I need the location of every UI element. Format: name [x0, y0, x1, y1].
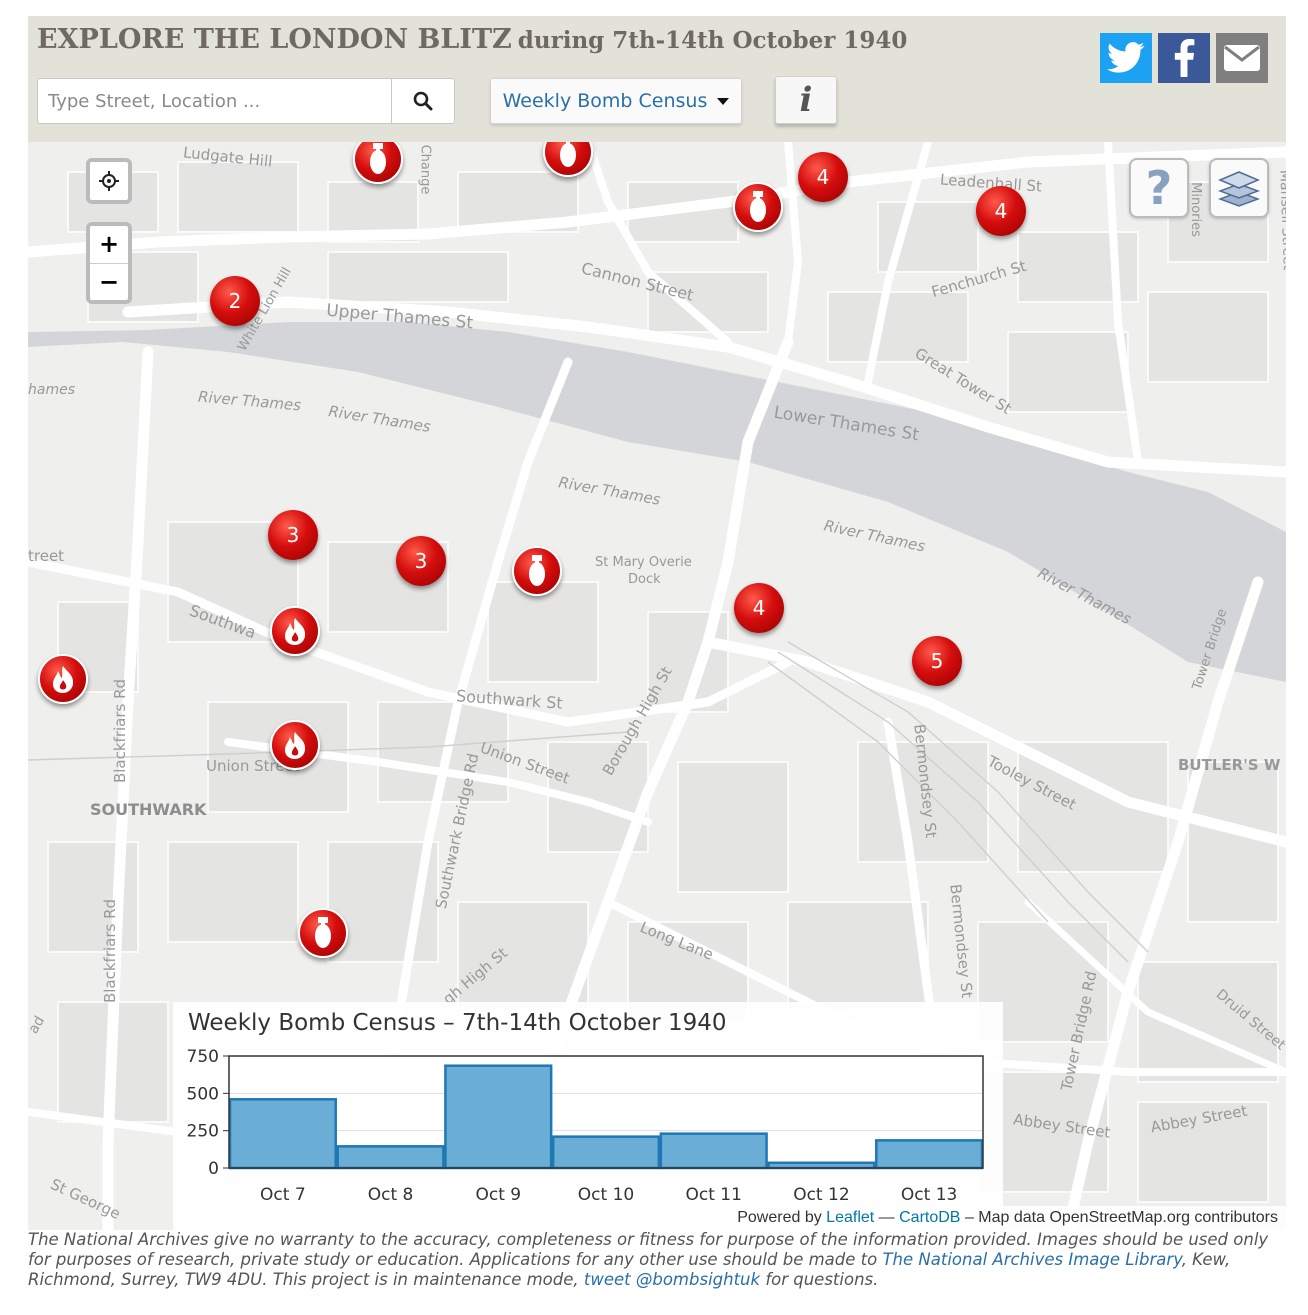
- chart-bar: [659, 1132, 768, 1170]
- attribution-prefix: Powered by: [737, 1209, 822, 1226]
- chart-bar: [551, 1135, 661, 1170]
- page-title: EXPLORE THE LONDON BLITZ during 7th-14th …: [37, 24, 907, 55]
- bomb-census-chart: Weekly Bomb Census – 7th-14th October 19…: [173, 1002, 1003, 1230]
- map-label: SOUTHWARK: [90, 800, 207, 819]
- map-label: Blackfriars Rd: [111, 678, 130, 784]
- disclaimer: The National Archives give no warranty t…: [28, 1230, 1286, 1290]
- layers-button[interactable]: [1209, 158, 1269, 218]
- chart-title: Weekly Bomb Census – 7th-14th October 19…: [188, 1010, 727, 1036]
- fire-marker[interactable]: [270, 720, 320, 770]
- search-icon: [413, 91, 433, 111]
- title-subtitle: during 7th-14th October 1940: [517, 27, 908, 54]
- attribution-sep: —: [878, 1209, 895, 1226]
- header-bar: EXPLORE THE LONDON BLITZ during 7th-14th …: [28, 16, 1286, 142]
- map-label: Minories: [1187, 182, 1203, 237]
- search-box: [37, 78, 455, 124]
- x-tick-label: Oct 8: [368, 1185, 414, 1205]
- app: EXPLORE THE LONDON BLITZ during 7th-14th …: [28, 16, 1286, 1306]
- chart-bar: [444, 1064, 553, 1170]
- bomb-icon: [560, 142, 576, 167]
- zoom-control: + −: [86, 222, 132, 304]
- facebook-button[interactable]: [1158, 33, 1210, 83]
- email-button[interactable]: [1216, 33, 1268, 83]
- y-tick-label: 500: [187, 1084, 219, 1104]
- bomb-marker[interactable]: [512, 546, 562, 596]
- info-icon: i: [799, 80, 813, 120]
- fire-marker[interactable]: [270, 606, 320, 656]
- search-input[interactable]: [38, 79, 394, 123]
- bomb-icon: [370, 143, 386, 174]
- census-dropdown[interactable]: Weekly Bomb Census: [490, 78, 742, 124]
- attribution-suffix: – Map data OpenStreetMap.org contributor…: [964, 1209, 1278, 1226]
- y-tick-label: 750: [187, 1047, 219, 1067]
- fire-icon: [53, 666, 74, 693]
- x-tick-label: Oct 13: [901, 1185, 957, 1205]
- map-label: BUTLER'S W: [1178, 756, 1281, 774]
- zoom-in-button[interactable]: +: [90, 226, 128, 264]
- bomb-icon: [750, 191, 766, 222]
- cartodb-link[interactable]: CartoDB: [899, 1209, 960, 1227]
- help-button[interactable]: ?: [1129, 158, 1189, 218]
- cluster-marker[interactable]: 5: [912, 636, 962, 686]
- cluster-marker[interactable]: 2: [210, 276, 260, 326]
- info-button[interactable]: i: [775, 76, 837, 124]
- bomb-icon: [315, 917, 331, 948]
- cluster-marker[interactable]: 3: [396, 536, 446, 586]
- y-tick-label: 250: [187, 1122, 219, 1142]
- x-tick-label: Oct 9: [475, 1185, 521, 1205]
- census-dropdown-label: Weekly Bomb Census: [502, 90, 708, 112]
- map-label: treet: [28, 547, 65, 565]
- twitter-icon: [1107, 42, 1145, 73]
- cluster-marker[interactable]: 4: [976, 186, 1026, 236]
- leaflet-link[interactable]: Leaflet: [826, 1209, 874, 1227]
- facebook-icon: [1174, 39, 1195, 77]
- chart-bar: [767, 1161, 876, 1170]
- cluster-marker[interactable]: 3: [268, 510, 318, 560]
- map-label: Change: [417, 144, 433, 195]
- locate-button[interactable]: [86, 158, 132, 204]
- chart-bar: [875, 1139, 984, 1170]
- map-view[interactable]: Ludgate Hill Change Cannon Street Leaden…: [28, 142, 1286, 1230]
- layers-icon: [1218, 171, 1260, 207]
- x-tick-label: Oct 7: [260, 1185, 306, 1205]
- chart-bar: [336, 1145, 445, 1170]
- bomb-marker[interactable]: [733, 182, 783, 232]
- cluster-marker[interactable]: 4: [798, 152, 848, 202]
- bomb-icon: [529, 555, 545, 586]
- tweet-link[interactable]: tweet @bombsightuk: [584, 1270, 760, 1289]
- fire-icon: [285, 618, 306, 645]
- x-tick-label: Oct 11: [685, 1185, 741, 1205]
- search-button[interactable]: [391, 79, 454, 123]
- caret-down-icon: [717, 97, 730, 105]
- x-tick-label: Oct 10: [578, 1185, 634, 1205]
- zoom-out-button[interactable]: −: [90, 264, 128, 301]
- email-icon: [1224, 45, 1260, 71]
- bomb-marker[interactable]: [298, 908, 348, 958]
- fire-marker[interactable]: [38, 654, 88, 704]
- help-icon: ?: [1145, 161, 1173, 215]
- map-attribution: Powered by Leaflet — CartoDB – Map data …: [729, 1206, 1286, 1230]
- twitter-button[interactable]: [1100, 33, 1152, 83]
- map-label: Blackfriars Rd: [101, 898, 120, 1004]
- cluster-marker[interactable]: 4: [734, 583, 784, 633]
- disclaimer-text-3: for questions.: [760, 1270, 879, 1289]
- chart-plot: 750 500 250 0 Oct 7 Oct 8 Oct 9 Oct 10 Oct 11 Oct…: [187, 1047, 984, 1205]
- map-label: Dock: [628, 572, 661, 587]
- title-main: EXPLORE THE LONDON BLITZ: [37, 24, 512, 55]
- chart-bar: [228, 1098, 337, 1170]
- map-label: hames: [28, 382, 75, 398]
- image-library-link[interactable]: The National Archives Image Library: [882, 1250, 1181, 1269]
- crosshair-icon: [99, 171, 119, 191]
- y-tick-label: 0: [208, 1159, 219, 1179]
- x-tick-label: Oct 12: [793, 1185, 849, 1205]
- map-label: St Mary Overie: [595, 555, 692, 570]
- fire-icon: [285, 732, 306, 759]
